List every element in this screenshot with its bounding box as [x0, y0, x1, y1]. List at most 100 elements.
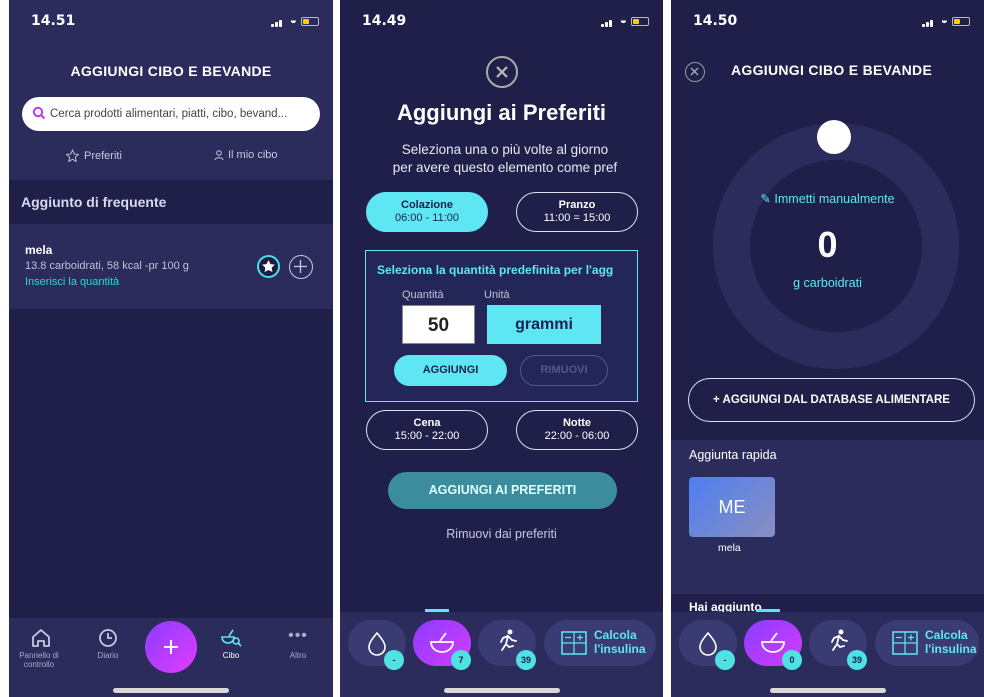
meal-name: Colazione: [401, 199, 453, 211]
clock-icon: [99, 629, 117, 647]
tab-il-mio-cibo[interactable]: Il mio cibo: [214, 149, 278, 161]
calc-label-line-2: l'insulina: [925, 642, 977, 656]
activity-button[interactable]: 39: [809, 620, 867, 670]
nav-cibo-label: Cibo: [222, 651, 240, 660]
close-button[interactable]: [685, 62, 705, 82]
more-icon: •••: [288, 627, 308, 644]
quick-add-title: Aggiunta rapida: [689, 448, 777, 462]
dial-handle[interactable]: [817, 120, 851, 154]
quantity-label: Quantità: [402, 289, 444, 301]
meal-notte-button[interactable]: Notte 22:00 - 06:00: [516, 410, 638, 450]
item-details: 13.8 carboidrati, 58 kcal -pr 100 g: [25, 260, 189, 272]
activity-button[interactable]: 39: [478, 620, 536, 670]
favorite-star-button[interactable]: [257, 255, 280, 278]
battery-icon: [952, 17, 970, 26]
calc-label: Calcola l'insulina: [594, 628, 646, 656]
plus-icon: [294, 260, 307, 273]
default-quantity-panel: Seleziona la quantità predefinita per l'…: [365, 250, 638, 402]
page-title: Aggiungi ai Preferiti: [396, 100, 607, 125]
status-bar: 14.50 ◒: [671, 0, 984, 36]
search-icon: [32, 106, 46, 120]
insulin-calculator-button[interactable]: Calcola l'insulina: [544, 620, 656, 666]
status-icons: ◒: [922, 13, 970, 27]
manual-entry-label: Immetti manualmente: [774, 192, 895, 206]
enter-quantity-link[interactable]: Inserisci la quantità: [25, 276, 119, 288]
calc-label-line-1: Calcola: [925, 628, 968, 642]
calculator-icon: [892, 631, 918, 655]
add-to-favorites-button[interactable]: AGGIUNGI AI PREFERITI: [388, 472, 617, 509]
food-button[interactable]: 7: [413, 620, 471, 670]
active-indicator: [756, 609, 780, 612]
meal-time: 06:00 - 11:00: [394, 212, 459, 224]
description-line-2: per avere questo elemento come pref: [392, 160, 618, 175]
carb-unit: g carboidrati: [793, 276, 862, 290]
activity-badge: 39: [516, 650, 536, 670]
meal-colazione-button[interactable]: Colazione 06:00 - 11:00: [366, 192, 488, 232]
quick-dock: - 7 39 Calcola l'insulina: [340, 609, 663, 697]
nav-diario[interactable]: Diario: [85, 628, 131, 660]
nav-dashboard-label: Pannello di controllo: [19, 651, 59, 669]
section-title: Aggiunto di frequente: [21, 194, 167, 210]
list-item[interactable]: mela 13.8 carboidrati, 58 kcal -pr 100 g…: [9, 224, 333, 309]
wifi-icon: ◒: [940, 13, 948, 27]
water-button[interactable]: -: [679, 620, 737, 670]
meal-name: Cena: [413, 417, 441, 429]
carb-value: 0: [817, 224, 838, 265]
food-badge: 0: [782, 650, 802, 670]
remove-button[interactable]: RIMUOVI: [520, 355, 608, 386]
meal-cena-button[interactable]: Cena 15:00 - 22:00: [366, 410, 488, 450]
quick-dock: - 0 39 Calcola l'insulina: [671, 609, 984, 697]
meal-name: Notte: [562, 417, 592, 429]
unit-select[interactable]: grammi: [487, 305, 601, 344]
status-time: 14.49: [362, 13, 407, 29]
search-input[interactable]: [50, 97, 314, 131]
wifi-icon: ◒: [619, 13, 627, 27]
status-time: 14.50: [693, 13, 738, 29]
status-bar: 14.49 ◒: [340, 0, 663, 36]
quick-add-tile[interactable]: ME: [689, 477, 775, 537]
nav-cibo[interactable]: Cibo: [211, 628, 251, 660]
water-badge: -: [384, 650, 404, 670]
add-from-database-button[interactable]: + AGGIUNGI DAL DATABASE ALIMENTARE: [688, 378, 975, 422]
calc-label: Calcola l'insulina: [925, 628, 977, 656]
add-button[interactable]: AGGIUNGI: [394, 355, 507, 386]
wifi-icon: ◒: [289, 13, 297, 27]
person-icon: [214, 149, 224, 161]
screen-add-food-manual: 14.50 ◒ AGGIUNGI CIBO E BEVANDE ✎ Immett…: [671, 0, 984, 697]
nav-altro-label: Altro: [289, 651, 307, 660]
add-fab-button[interactable]: [145, 621, 197, 673]
page-title: AGGIUNGI CIBO E BEVANDE: [70, 63, 272, 79]
add-item-button[interactable]: [289, 255, 313, 279]
water-button[interactable]: -: [348, 620, 406, 670]
close-icon: [496, 66, 508, 78]
close-button[interactable]: [486, 56, 518, 88]
meal-time: 22:00 - 06:00: [544, 430, 610, 442]
food-button[interactable]: 0: [744, 620, 802, 670]
home-icon: [32, 629, 50, 647]
quick-add-tile-label: mela: [718, 542, 741, 554]
food-badge: 7: [451, 650, 471, 670]
battery-icon: [631, 17, 649, 26]
edit-icon: ✎: [760, 192, 771, 206]
bottom-nav: Pannello di controllo Diario Cibo ••• Al…: [9, 618, 333, 697]
battery-icon: [301, 17, 319, 26]
manual-entry-link[interactable]: ✎ Immetti manualmente: [671, 191, 984, 206]
star-icon: [65, 149, 80, 163]
description: Seleziona una o più volte al giorno per …: [370, 141, 640, 177]
tab-preferiti[interactable]: Preferiti: [65, 149, 122, 163]
home-indicator: [443, 688, 560, 693]
meal-pranzo-button[interactable]: Pranzo 11:00 = 15:00: [516, 192, 638, 232]
nav-altro[interactable]: ••• Altro: [281, 627, 315, 661]
page-title: AGGIUNGI CIBO E BEVANDE: [731, 62, 933, 78]
quantity-input[interactable]: 50: [402, 305, 475, 344]
insulin-calculator-button[interactable]: Calcola l'insulina: [875, 620, 979, 666]
remove-from-favorites-link[interactable]: Rimuovi dai preferiti: [340, 527, 663, 541]
food-search-icon: [221, 629, 242, 647]
search-bar[interactable]: [22, 97, 320, 131]
meal-time: 11:00 = 15:00: [543, 212, 611, 224]
meal-name: Pranzo: [558, 199, 596, 211]
description-line-1: Seleziona una o più volte al giorno: [401, 142, 609, 157]
screen-add-food: 14.51 ◒ AGGIUNGI CIBO E BEVANDE Preferit…: [9, 0, 333, 697]
item-name: mela: [25, 243, 53, 257]
nav-dashboard[interactable]: Pannello di controllo: [13, 628, 69, 669]
